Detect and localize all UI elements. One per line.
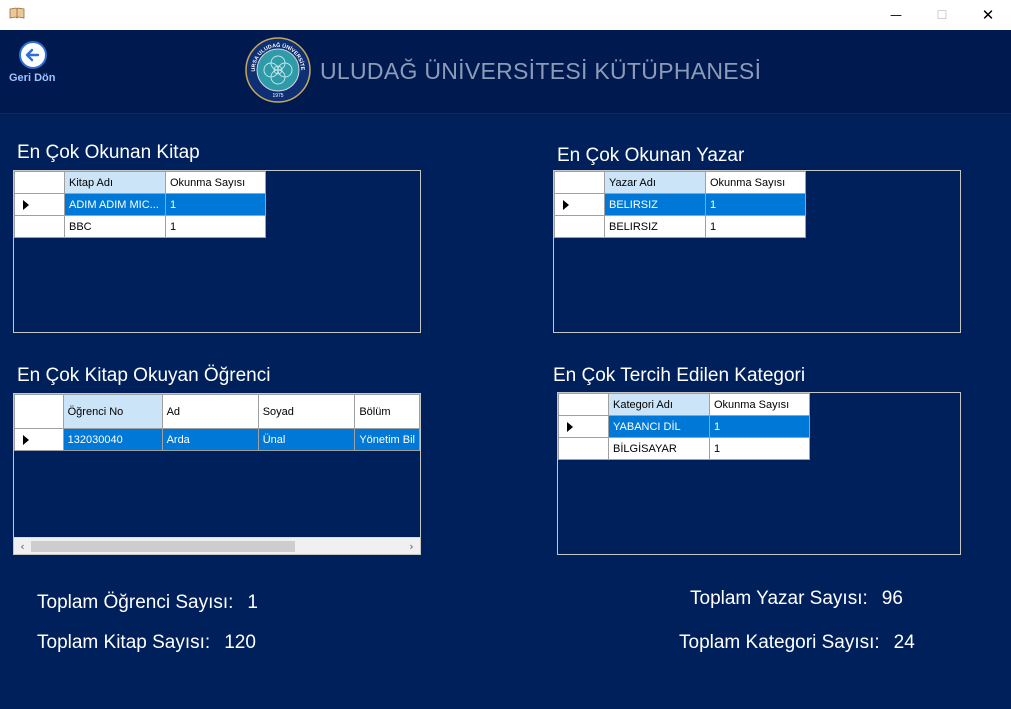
row-header[interactable]	[554, 193, 605, 216]
table-row[interactable]: BİLGİSAYAR 1	[558, 437, 810, 460]
column-header-read-count[interactable]: Okunma Sayısı	[165, 171, 266, 194]
app-header: Geri Dön BURSA ULUDAĞ ÜNİVERSİTESİ 1975 …	[0, 30, 1011, 114]
close-button[interactable]: ✕	[965, 0, 1011, 30]
top-category-title: En Çok Tercih Edilen Kategori	[553, 365, 806, 386]
scroll-left-icon[interactable]: ‹	[14, 538, 31, 554]
top-book-title: En Çok Okunan Kitap	[17, 142, 200, 163]
top-category-grid[interactable]: Kategori Adı Okunma Sayısı YABANCI DİL 1…	[557, 392, 961, 555]
column-header-book-name[interactable]: Kitap Adı	[64, 171, 166, 194]
grid-corner-cell[interactable]	[558, 393, 609, 416]
university-logo: BURSA ULUDAĞ ÜNİVERSİTESİ 1975	[245, 37, 311, 103]
total-categories-stat: Toplam Kategori Sayısı: 24	[679, 632, 915, 654]
table-cell[interactable]: YABANCI DİL	[608, 415, 710, 438]
table-cell[interactable]: Yönetim Bil	[354, 428, 420, 451]
table-cell[interactable]: 1	[709, 415, 810, 438]
table-row[interactable]: BELIRSIZ 1	[554, 193, 806, 216]
total-students-stat: Toplam Öğrenci Sayısı: 1	[37, 592, 258, 614]
total-authors-label: Toplam Yazar Sayısı:	[690, 588, 868, 609]
column-header-last-name[interactable]: Soyad	[257, 394, 356, 429]
logo-year: 1975	[272, 93, 283, 99]
table-cell[interactable]: BBC	[64, 215, 166, 238]
table-row[interactable]: YABANCI DİL 1	[558, 415, 810, 438]
total-authors-stat: Toplam Yazar Sayısı: 96	[690, 588, 903, 610]
table-row[interactable]: BBC 1	[14, 215, 266, 238]
table-cell[interactable]: 1	[165, 215, 266, 238]
row-header[interactable]	[558, 415, 609, 438]
back-button[interactable]: Geri Dön	[9, 40, 63, 88]
grid-corner-cell[interactable]	[554, 171, 605, 194]
total-books-value: 120	[224, 632, 256, 653]
scroll-right-icon[interactable]: ›	[403, 538, 420, 554]
total-categories-label: Toplam Kategori Sayısı:	[679, 632, 880, 653]
table-row[interactable]: 132030040 Arda Ünal Yönetim Bil	[14, 428, 420, 451]
column-header-student-no[interactable]: Öğrenci No	[62, 394, 163, 429]
row-header[interactable]	[14, 428, 64, 451]
table-cell[interactable]: 1	[709, 437, 810, 460]
current-row-arrow-icon	[567, 422, 573, 432]
window-title-bar: — ☐ ✕	[0, 0, 1011, 30]
page-title: ULUDAĞ ÜNİVERSİTESİ KÜTÜPHANESİ	[320, 58, 762, 84]
top-student-title: En Çok Kitap Okuyan Öğrenci	[17, 365, 271, 386]
top-author-grid[interactable]: Yazar Adı Okunma Sayısı BELIRSIZ 1 BELIR…	[553, 170, 961, 333]
current-row-arrow-icon	[23, 200, 29, 210]
current-row-arrow-icon	[23, 435, 29, 445]
top-author-title: En Çok Okunan Yazar	[557, 145, 745, 166]
table-cell[interactable]: 1	[705, 215, 806, 238]
table-row[interactable]: ADIM ADIM MIC... 1	[14, 193, 266, 216]
top-book-grid[interactable]: Kitap Adı Okunma Sayısı ADIM ADIM MIC...…	[13, 170, 421, 333]
column-header-read-count[interactable]: Okunma Sayısı	[705, 171, 806, 194]
total-books-stat: Toplam Kitap Sayısı: 120	[37, 632, 256, 654]
column-header-first-name[interactable]: Ad	[161, 394, 259, 429]
current-row-arrow-icon	[563, 200, 569, 210]
column-header-department[interactable]: Bölüm	[354, 394, 420, 429]
table-row[interactable]: BELIRSIZ 1	[554, 215, 806, 238]
grid-corner-cell[interactable]	[14, 171, 65, 194]
back-button-label: Geri Dön	[9, 72, 56, 84]
total-categories-value: 24	[893, 632, 915, 653]
row-header[interactable]	[554, 215, 605, 238]
column-header-category-name[interactable]: Kategori Adı	[608, 393, 710, 416]
table-cell[interactable]: BELIRSIZ	[604, 215, 706, 238]
row-header[interactable]	[14, 215, 65, 238]
table-cell[interactable]: BİLGİSAYAR	[608, 437, 710, 460]
table-cell[interactable]: 132030040	[62, 428, 163, 451]
row-header[interactable]	[558, 437, 609, 460]
total-students-label: Toplam Öğrenci Sayısı:	[37, 592, 234, 613]
scrollbar-thumb[interactable]	[31, 541, 295, 552]
table-cell[interactable]: 1	[165, 193, 266, 216]
table-cell[interactable]: 1	[705, 193, 806, 216]
app-book-icon	[9, 7, 25, 19]
total-students-value: 1	[247, 592, 258, 613]
total-books-label: Toplam Kitap Sayısı:	[37, 632, 211, 653]
row-header[interactable]	[14, 193, 65, 216]
column-header-author-name[interactable]: Yazar Adı	[604, 171, 706, 194]
horizontal-scrollbar[interactable]: ‹ ›	[14, 537, 420, 554]
grid-corner-cell[interactable]	[14, 394, 64, 429]
column-header-read-count[interactable]: Okunma Sayısı	[709, 393, 810, 416]
total-authors-value: 96	[881, 588, 903, 609]
table-cell[interactable]: Arda	[161, 428, 259, 451]
top-student-grid[interactable]: Öğrenci No Ad Soyad Bölüm 132030040 Arda…	[13, 393, 421, 555]
maximize-button[interactable]: ☐	[919, 0, 965, 30]
back-arrow-icon	[19, 41, 47, 69]
minimize-button[interactable]: —	[873, 0, 919, 30]
table-cell[interactable]: Ünal	[257, 428, 356, 451]
table-cell[interactable]: ADIM ADIM MIC...	[64, 193, 166, 216]
table-cell[interactable]: BELIRSIZ	[604, 193, 706, 216]
